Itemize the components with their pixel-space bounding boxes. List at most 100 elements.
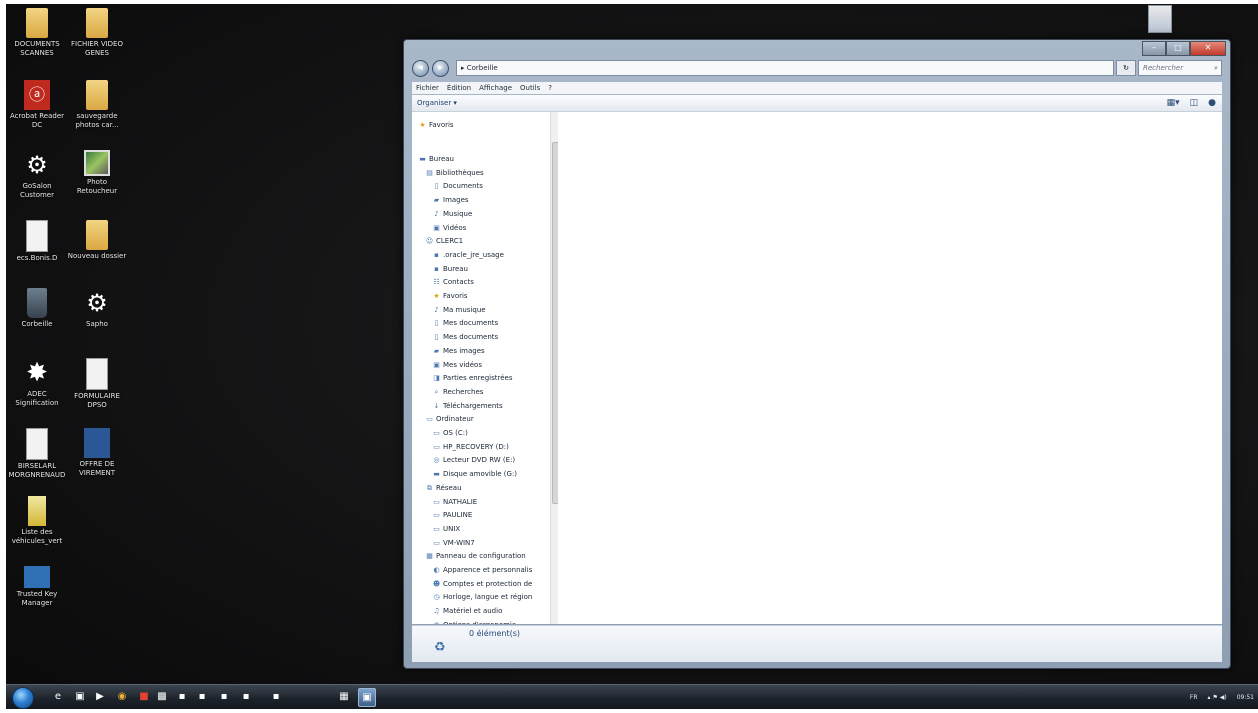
nav-tree-item[interactable]: ☺ CLERC1 xyxy=(425,236,463,246)
app-photo-icon[interactable]: ▩ xyxy=(154,688,170,705)
tray-icons[interactable]: ▴ ⚑ ◀) xyxy=(1208,694,1227,701)
desktop-document-icon[interactable] xyxy=(1148,5,1172,33)
menu-edit[interactable]: Édition xyxy=(447,82,471,94)
nav-tree-item[interactable]: ◉Options d'ergonomie xyxy=(432,620,516,624)
document-icon: ▯ xyxy=(434,333,439,342)
navigation-pane[interactable]: ★ Favoris ▬ Bureau ▤ Bibliothèques ▯ Documents ▰… xyxy=(412,112,550,624)
nav-tree-item[interactable]: ▭ OS (C:) xyxy=(432,428,468,438)
nav-tree-item[interactable]: ↓ Téléchargements xyxy=(432,401,503,411)
nav-tree-item[interactable]: ⧉ Réseau xyxy=(425,483,462,493)
nav-tree-item[interactable]: ▪ .oracle_jre_usage xyxy=(432,250,504,260)
nav-tree-item[interactable]: ◎ Lecteur DVD RW (E:) xyxy=(432,455,515,465)
nav-tree-item[interactable]: ▪ Bureau xyxy=(432,264,468,274)
desktop-shortcut[interactable]: BIRSELARL MORGNRENAUD xyxy=(6,428,68,480)
nav-tree-label: Recherches xyxy=(443,387,484,396)
desktop-shortcut[interactable]: ⓐ Acrobat Reader DC xyxy=(6,80,68,130)
desktop-shortcut[interactable]: Liste des véhicules_vert xyxy=(6,496,68,546)
media-icon[interactable]: ▶ xyxy=(92,688,108,705)
minimize-button[interactable]: – xyxy=(1142,41,1166,56)
nav-tree-item[interactable]: ☷ Contacts xyxy=(432,277,474,287)
menu-view[interactable]: Affichage xyxy=(479,82,512,94)
nav-tree-item[interactable]: ☻ Comptes et protection de xyxy=(432,579,533,589)
nav-tree-item[interactable]: ◷ Horloge, langue et région xyxy=(432,592,532,602)
nav-tree-item[interactable]: ★ Favoris xyxy=(432,291,467,301)
organize-button[interactable]: Organiser ▾ xyxy=(417,99,457,107)
desktop-shortcut[interactable]: ⚙ Sapho xyxy=(66,288,128,329)
desktop-shortcut[interactable]: DOCUMENTS SCANNES xyxy=(6,8,68,58)
nav-tree-item[interactable]: ▭ HP_RECOVERY (D:) xyxy=(432,442,509,452)
close-button[interactable]: ✕ xyxy=(1190,41,1226,56)
view-options-icon[interactable]: ▦▾ xyxy=(1167,95,1180,111)
explorer-window-icon[interactable]: ▣ xyxy=(358,688,376,707)
nav-tree-item[interactable]: ♫ Matériel et audio xyxy=(432,606,502,616)
app-red-icon[interactable]: ■ xyxy=(136,688,152,705)
nav-tree-item[interactable]: ▬ Bureau xyxy=(418,154,454,164)
nav-tree-item[interactable]: ▭ Ordinateur xyxy=(425,414,474,424)
help-icon[interactable]: ● xyxy=(1208,95,1216,111)
nav-tree-item[interactable]: ▭ UNIX xyxy=(432,524,460,534)
explorer-window[interactable]: – □ ✕ ◂ ▸ ▸ Corbeille ↻ Rechercher ⌕ Fic… xyxy=(403,39,1231,669)
desktop-shortcut[interactable]: OFFRE DE VIREMENT xyxy=(66,428,128,478)
refresh-button[interactable]: ↻ xyxy=(1116,60,1136,76)
nav-tree-item[interactable]: ▭ PAULINE xyxy=(432,510,472,520)
app-icon[interactable]: ▪ xyxy=(174,688,190,705)
nav-tree-item[interactable]: ▯ Mes documents xyxy=(432,318,499,328)
preview-pane-icon[interactable]: ◫ xyxy=(1190,95,1199,111)
nav-tree-item[interactable]: ⌕ Recherches xyxy=(432,387,484,397)
file-list-area[interactable] xyxy=(558,112,1222,624)
nav-tree-item[interactable]: ▭ VM-WIN7 xyxy=(432,538,475,548)
desktop-shortcut[interactable]: Trusted Key Manager xyxy=(6,566,68,608)
nav-tree-label: Favoris xyxy=(429,121,454,129)
desktop-shortcut[interactable]: FICHIER VIDEO GENES xyxy=(66,8,128,58)
ie-icon[interactable]: e xyxy=(50,688,66,705)
app-blue-icon[interactable]: ▦ xyxy=(336,688,352,705)
nav-tree-item[interactable]: ▤ Bibliothèques xyxy=(425,168,484,178)
nav-tree-item[interactable]: ♪ Ma musique xyxy=(432,305,485,315)
forward-button[interactable]: ▸ xyxy=(432,59,449,77)
nav-tree-label: Apparence et personnalis xyxy=(443,566,533,574)
menu-help[interactable]: ? xyxy=(548,82,552,94)
menu-file[interactable]: Fichier xyxy=(416,82,439,94)
nav-tree-item[interactable]: ♪ Musique xyxy=(432,209,472,219)
nav-tree-item[interactable]: ▦ Panneau de configuration xyxy=(425,551,526,561)
language-indicator[interactable]: FR xyxy=(1190,694,1198,701)
nav-tree-item[interactable]: ▰ Images xyxy=(432,195,469,205)
menu-tools[interactable]: Outils xyxy=(520,82,540,94)
navigation-scrollbar[interactable] xyxy=(550,112,559,624)
nav-tree-item[interactable]: ★ Favoris xyxy=(418,120,454,130)
nav-tree-item[interactable]: ◐ Apparence et personnalis xyxy=(432,565,532,575)
desktop-shortcut[interactable]: ⚙ GoSalon Customer xyxy=(6,150,68,200)
desktop-shortcut[interactable]: Corbeille xyxy=(6,288,68,329)
app-icon[interactable]: ▪ xyxy=(216,688,232,705)
app-icon[interactable]: ▪ xyxy=(194,688,210,705)
maximize-button[interactable]: □ xyxy=(1166,41,1190,56)
desktop-shortcut[interactable]: Photo Retoucheur xyxy=(66,150,128,196)
nav-tree-item[interactable]: ▰ Mes images xyxy=(432,346,485,356)
nav-tree-item[interactable]: ▯ Mes documents xyxy=(432,332,499,342)
search-input[interactable]: Rechercher ⌕ xyxy=(1138,60,1222,76)
address-bar[interactable]: ▸ Corbeille xyxy=(456,60,1114,76)
desktop-shortcut[interactable]: ecs.Bonis.D xyxy=(6,220,68,263)
desktop-shortcut-label: OFFRE DE VIREMENT xyxy=(78,460,116,477)
desktop-shortcut[interactable]: sauvegarde photos car... xyxy=(66,80,128,130)
nav-tree-label: Vidéos xyxy=(443,223,467,232)
search-icon[interactable]: ⌕ xyxy=(1214,61,1221,75)
nav-tree-item[interactable]: ▭ NATHALIE xyxy=(432,497,477,507)
app-icon[interactable]: ▪ xyxy=(238,688,254,705)
nav-tree-item[interactable]: ▣ Mes vidéos xyxy=(432,360,482,370)
start-button[interactable] xyxy=(12,687,34,709)
nav-tree-item[interactable]: ◨ Parties enregistrées xyxy=(432,373,512,383)
nav-tree-item[interactable]: ▬ Disque amovible (G:) xyxy=(432,469,517,479)
desktop-shortcut-label: DOCUMENTS SCANNES xyxy=(14,40,60,57)
nav-tree-item[interactable]: ▯ Documents xyxy=(432,181,483,191)
app-icon[interactable]: ▪ xyxy=(268,688,284,705)
chrome-icon[interactable]: ◉ xyxy=(114,688,130,705)
back-button[interactable]: ◂ xyxy=(412,59,429,77)
desktop-shortcut[interactable]: Nouveau dossier xyxy=(66,220,128,261)
desktop-shortcut[interactable]: FORMULAIRE DPSO xyxy=(66,358,128,410)
nav-tree-item[interactable]: ▣ Vidéos xyxy=(432,223,466,233)
desktop-shortcut[interactable]: ✸ ADEC Signification xyxy=(6,358,68,408)
clock[interactable]: 09:51 xyxy=(1237,694,1254,701)
explorer-icon[interactable]: ▣ xyxy=(72,688,88,705)
drive-icon: ▭ xyxy=(433,429,440,437)
